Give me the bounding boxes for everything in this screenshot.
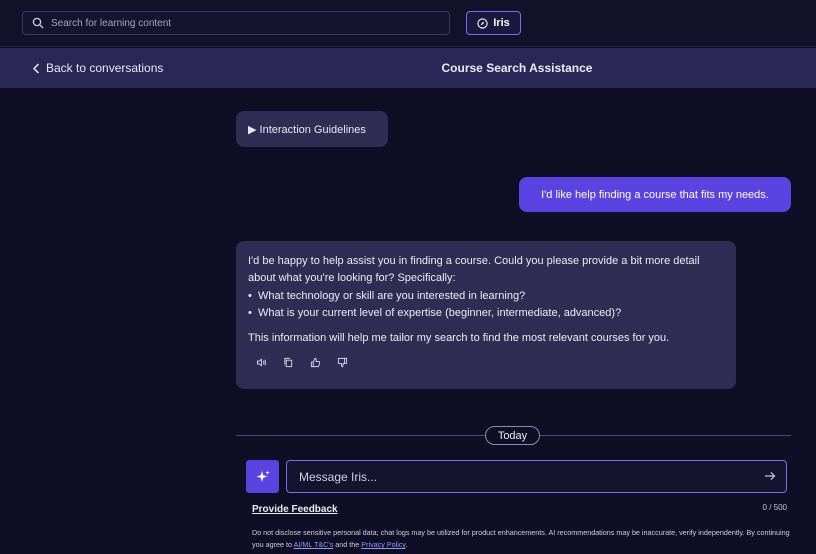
date-divider-label: Today xyxy=(485,426,540,445)
search-box[interactable] xyxy=(22,11,450,35)
list-item: What technology or skill are you interes… xyxy=(248,288,724,305)
privacy-policy-link[interactable]: Privacy Policy xyxy=(361,540,405,549)
assistant-message-list: What technology or skill are you interes… xyxy=(248,288,724,321)
assistant-message-closing: This information will help me tailor my … xyxy=(248,332,670,344)
message-input[interactable] xyxy=(299,469,749,484)
send-arrow-icon[interactable] xyxy=(764,470,776,482)
iris-button-label: Iris xyxy=(493,17,510,29)
conversation-header: Back to conversations Course Search Assi… xyxy=(0,48,816,88)
interaction-guidelines-toggle[interactable]: ▶ Interaction Guidelines xyxy=(236,111,388,147)
iris-button[interactable]: Iris xyxy=(466,11,521,35)
ai-ml-terms-link[interactable]: AI/ML T&C's xyxy=(294,540,334,549)
assistant-message-intro: I'd be happy to help assist you in findi… xyxy=(248,255,700,284)
character-counter: 0 / 500 xyxy=(762,503,787,512)
disclaimer-text: Do not disclose sensitive personal data;… xyxy=(252,527,792,551)
user-message-bubble: I'd like help finding a course that fits… xyxy=(519,177,791,212)
disclaimer-body: Do not disclose sensitive personal data;… xyxy=(252,528,790,549)
disclaimer-and: and the xyxy=(335,540,360,549)
top-bar: Iris xyxy=(0,0,816,47)
message-input-box[interactable] xyxy=(286,460,787,493)
conversation-title: Course Search Assistance xyxy=(441,61,593,75)
message-actions xyxy=(248,355,724,370)
search-icon xyxy=(32,17,44,29)
compass-icon xyxy=(477,17,488,29)
list-item: What is your current level of expertise … xyxy=(248,305,724,322)
speaker-icon[interactable] xyxy=(254,355,269,370)
sparkle-icon xyxy=(256,470,270,482)
copy-icon[interactable] xyxy=(281,355,296,370)
thumbs-up-icon[interactable] xyxy=(308,355,323,370)
assistant-message-bubble: I'd be happy to help assist you in findi… xyxy=(236,241,736,389)
disclaimer-end: . xyxy=(405,540,408,549)
search-input[interactable] xyxy=(51,17,431,29)
thumbs-down-icon[interactable] xyxy=(335,355,350,370)
ai-suggest-button[interactable] xyxy=(246,460,279,493)
provide-feedback-link[interactable]: Provide Feedback xyxy=(252,504,338,515)
